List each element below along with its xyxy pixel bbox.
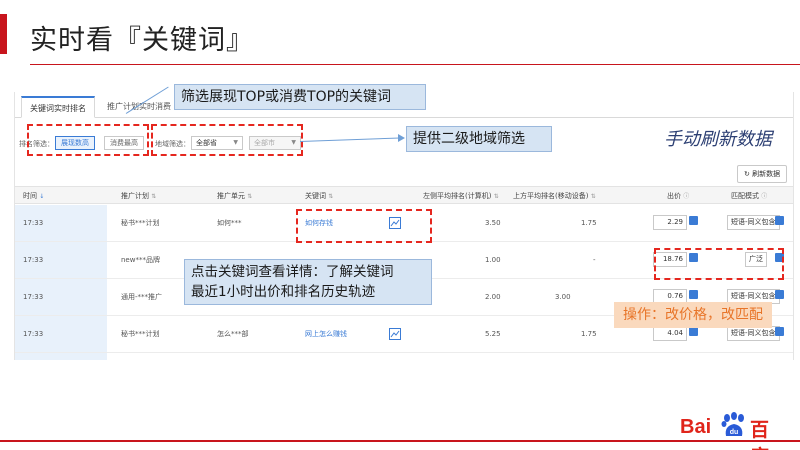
keyword-detail-line2: 最近1小时出价和排名历史轨迹 xyxy=(191,284,376,300)
cell-time: 17:33 xyxy=(23,256,44,264)
refresh-data-button[interactable]: ↻ 刷新数据 xyxy=(737,165,788,183)
cell-time: 17:33 xyxy=(23,219,44,227)
th-plan[interactable]: 推广计划 ⇅ xyxy=(121,187,156,205)
edit-bid-icon[interactable] xyxy=(689,290,698,299)
sort-arrow-icon: ↓ xyxy=(39,193,45,200)
manual-refresh-note: 手动刷新数据 xyxy=(664,129,772,150)
cell-top-rank: 1.75 xyxy=(581,219,597,227)
bid-match-highlight xyxy=(654,248,784,280)
cell-left-rank: 3.50 xyxy=(485,219,501,227)
logo-chinese-text: 百度 xyxy=(750,419,770,450)
th-keyword[interactable]: 关键词 ⇅ xyxy=(305,187,333,205)
th-bid[interactable]: 出价 ⓘ xyxy=(667,187,689,205)
sort-icon: ⇅ xyxy=(247,193,253,200)
region-callout: 提供二级地域筛选 xyxy=(406,126,552,152)
th-unit[interactable]: 推广单元 ⇅ xyxy=(217,187,252,205)
tab-keyword-ranking[interactable]: 关键词实时排名 xyxy=(21,96,95,118)
ranking-filter-highlight xyxy=(27,124,149,156)
edit-bid-icon[interactable] xyxy=(689,216,698,225)
refresh-data-label: 刷新数据 xyxy=(752,170,781,178)
keyword-highlight xyxy=(296,209,432,243)
bid-input[interactable]: 2.29 xyxy=(653,215,687,230)
edit-match-icon[interactable] xyxy=(775,327,784,336)
cell-left-rank: 2.00 xyxy=(485,293,501,301)
title-divider xyxy=(30,64,800,65)
sort-icon: ⇅ xyxy=(590,193,596,200)
edit-match-icon[interactable] xyxy=(775,290,784,299)
match-mode-box[interactable]: 短语-同义包含 xyxy=(727,326,780,341)
cell-left-rank: 1.00 xyxy=(485,256,501,264)
sort-icon: ⇅ xyxy=(151,193,157,200)
paw-icon: du xyxy=(721,412,744,436)
cell-plan: new***品牌 xyxy=(121,256,160,264)
footer-divider xyxy=(0,440,800,442)
cell-time: 17:33 xyxy=(23,293,44,301)
table-header: 时间 ↓ 推广计划 ⇅ 推广单元 ⇅ 关键词 ⇅ 左侧平均排名(计算机) ⇅ 上… xyxy=(15,186,793,205)
th-left-rank[interactable]: 左侧平均排名(计算机) ⇅ xyxy=(423,187,499,205)
slide-header: 实时看『关键词』 xyxy=(0,0,800,66)
cell-top-rank: 3.00 xyxy=(555,293,571,301)
cell-plan: 通用-***推广 xyxy=(121,293,163,301)
cell-left-rank: 5.25 xyxy=(485,330,501,338)
arrow-right-icon xyxy=(398,134,405,142)
cell-time: 17:33 xyxy=(23,330,44,338)
cell-plan: 秘书***计划 xyxy=(121,330,160,338)
title-accent-bar xyxy=(0,14,7,54)
cell-top-rank: 1.75 xyxy=(581,330,597,338)
edit-bid-icon[interactable] xyxy=(689,327,698,336)
help-icon: ⓘ xyxy=(761,193,768,200)
keyword-detail-line1: 点击关键词查看详情：了解关键词 xyxy=(191,264,394,280)
sort-icon: ⇅ xyxy=(493,193,499,200)
keyword-detail-callout: 点击关键词查看详情：了解关键词 最近1小时出价和排名历史轨迹 xyxy=(184,259,432,305)
cell-unit: 如何*** xyxy=(217,219,242,227)
slide-title: 实时看『关键词』 xyxy=(30,25,254,56)
th-time[interactable]: 时间 ↓ xyxy=(23,187,44,205)
th-top-rank[interactable]: 上方平均排名(移动设备) ⇅ xyxy=(513,187,596,205)
bid-input[interactable]: 4.04 xyxy=(653,326,687,341)
match-mode-box[interactable]: 短语-同义包含 xyxy=(727,215,780,230)
trend-chart-icon[interactable] xyxy=(389,328,401,340)
help-icon: ⓘ xyxy=(683,193,690,200)
logo-du-text: du xyxy=(730,429,739,436)
refresh-icon: ↻ xyxy=(744,170,750,178)
logo-latin-text: Bai xyxy=(680,416,712,438)
keyword-link[interactable]: 网上怎么赚钱 xyxy=(305,316,347,353)
cell-plan: 秘书***计划 xyxy=(121,219,160,227)
filter-top-callout: 筛选展现TOP或消费TOP的关键词 xyxy=(174,84,426,110)
edit-match-icon[interactable] xyxy=(775,216,784,225)
cell-unit: 怎么***部 xyxy=(217,330,249,338)
action-callout: 操作：改价格，改匹配 xyxy=(614,302,772,328)
cell-top-rank: - xyxy=(593,256,596,264)
sort-icon: ⇅ xyxy=(328,193,334,200)
th-match[interactable]: 匹配模式 ⓘ xyxy=(731,187,767,205)
tab-plan-consumption[interactable]: 推广计划实时消费 xyxy=(99,96,179,118)
region-filter-highlight xyxy=(151,124,303,156)
